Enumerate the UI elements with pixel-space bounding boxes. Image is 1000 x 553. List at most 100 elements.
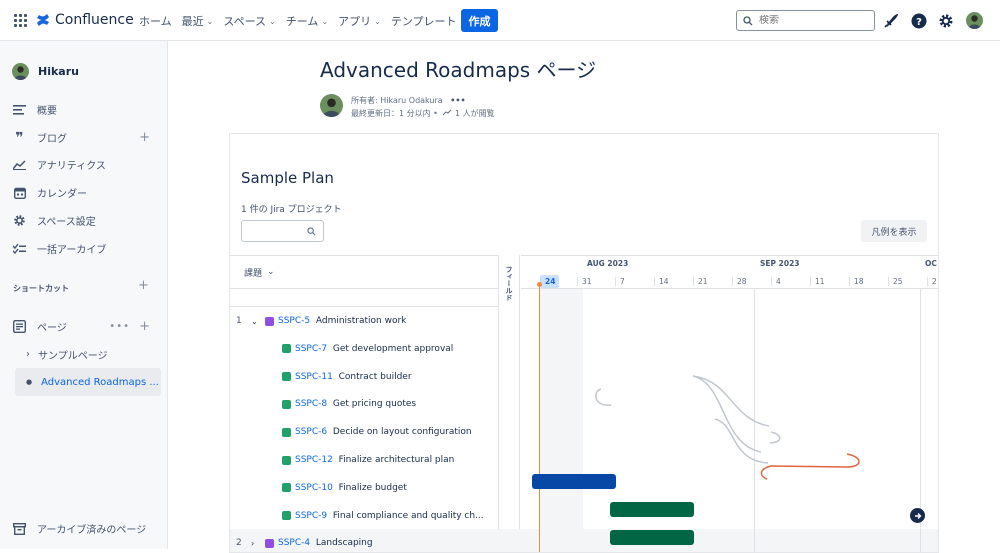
chevron-down-icon: ⌄ [269, 16, 276, 26]
nav-item[interactable]: チーム ⌄ [286, 13, 328, 29]
search-input[interactable] [759, 15, 859, 26]
issue-row[interactable]: 1 ⌄ SSPC-5 Administration work [230, 307, 498, 335]
sidebar-item-calendar[interactable]: カレンダー [12, 185, 158, 200]
issue-subheader [230, 289, 498, 307]
sidebar-item-bulk-archive[interactable]: 一括アーカイブ [12, 241, 158, 256]
day-tick [810, 277, 811, 286]
issue-summary: Get development approval [332, 343, 454, 354]
show-legend-button[interactable]: 凡例を表示 [861, 220, 927, 242]
bar-sspc-8[interactable] [610, 530, 694, 545]
expand-chevron-icon[interactable]: ⌄ [251, 317, 258, 326]
tree-item-active-page[interactable]: ● Advanced Roadmaps ... [15, 368, 161, 396]
day-tick [888, 277, 889, 286]
plan-subtitle: 1 件の Jira プロジェクト [241, 205, 342, 215]
overview-icon [12, 102, 27, 117]
notifications-icon[interactable] [882, 12, 899, 29]
story-icon [282, 511, 291, 521]
issue-key[interactable]: SSPC-7 [295, 344, 327, 354]
issue-column-header[interactable]: 課題 ⌄ [230, 255, 498, 289]
logo-text: Confluence [55, 12, 134, 28]
create-button[interactable]: 作成 [461, 9, 498, 32]
profile-avatar[interactable] [966, 12, 983, 29]
issue-key[interactable]: SSPC-9 [295, 511, 327, 521]
issue-key[interactable]: SSPC-12 [295, 455, 333, 465]
chevron-right-icon[interactable]: › [26, 349, 30, 360]
issue-key[interactable]: SSPC-10 [295, 483, 333, 493]
issue-row[interactable]: SSPC-9 Final compliance and quality ch..… [230, 502, 498, 530]
expand-chevron-icon[interactable]: › [251, 539, 254, 548]
sidebar-item-space-settings[interactable]: スペース設定 [12, 213, 158, 228]
issue-row[interactable]: SSPC-6 Decide on layout configuration [230, 418, 498, 446]
search-icon [743, 15, 753, 25]
byline-more-icon[interactable]: ••• [450, 96, 465, 105]
story-icon [282, 372, 291, 382]
settings-gear-icon[interactable] [937, 12, 954, 29]
confluence-logo[interactable]: Confluence [36, 12, 134, 28]
views-chart-icon [443, 109, 452, 116]
nav-item[interactable]: スペース ⌄ [223, 13, 275, 29]
day-tick [732, 277, 733, 286]
sidebar-item-archived[interactable]: アーカイブ済みのページ [12, 521, 158, 536]
story-icon [282, 455, 291, 465]
space-header[interactable]: Hikaru [12, 63, 79, 80]
day-tick [849, 277, 850, 286]
issue-row[interactable]: SSPC-10 Finalize budget [230, 474, 498, 502]
bar-sspc-11[interactable] [610, 502, 694, 517]
day-label: 11 [815, 277, 825, 286]
issue-row[interactable]: SSPC-8 Get pricing quotes [230, 390, 498, 418]
pages-icon [12, 319, 27, 334]
nav-item[interactable]: ホーム [139, 13, 172, 29]
sidebar-item-label: ブログ [37, 134, 67, 145]
issue-row[interactable]: SSPC-7 Get development approval [230, 335, 498, 363]
roadmap-plan: Sample Plan 1 件の Jira プロジェクト 凡例を表示 課題 ⌄ … [229, 133, 939, 553]
plan-search-input[interactable] [241, 220, 324, 242]
day-label: 4 [776, 277, 781, 286]
add-shortcut-icon[interactable]: + [138, 278, 149, 293]
today-marker-line [539, 287, 540, 552]
sidebar-item-pages[interactable]: ページ ••• + [12, 319, 158, 334]
fields-column[interactable]: フィールド [498, 255, 520, 552]
bar-sspc-7[interactable] [532, 474, 616, 489]
nav-item-label: 最近 [181, 15, 204, 28]
issue-key[interactable]: SSPC-4 [278, 538, 310, 548]
search-box[interactable] [736, 10, 875, 31]
sidebar-item-blog[interactable]: ❞ ブログ + [12, 130, 158, 146]
tree-item-sample-page[interactable]: › サンプルページ [26, 347, 108, 362]
issue-key[interactable]: SSPC-11 [295, 372, 333, 382]
day-tick [693, 277, 694, 286]
views-text[interactable]: 1 人が閲覧 [455, 109, 495, 118]
owner-line: 所有者: Hikaru Odakura ••• [351, 94, 495, 107]
app-switcher-icon[interactable] [14, 14, 27, 27]
confluence-logo-icon [37, 14, 49, 26]
nav-item[interactable]: テンプレート [391, 13, 457, 29]
day-label: 24 [545, 277, 556, 286]
owner-avatar[interactable] [320, 94, 343, 117]
issue-label: SSPC-8 Get pricing quotes [295, 399, 416, 409]
updated-line: 最終更新日：1 分以内 • 1 人が閲覧 [351, 107, 495, 120]
scroll-next-icon[interactable] [910, 508, 925, 523]
add-page-icon[interactable]: + [139, 319, 150, 334]
issue-row[interactable]: SSPC-12 Finalize architectural plan [230, 446, 498, 474]
issue-row[interactable]: SSPC-11 Contract builder [230, 363, 498, 391]
add-blog-icon[interactable]: + [139, 130, 150, 145]
tree-item-label: Advanced Roadmaps ... [41, 376, 159, 388]
updated-text: 最終更新日：1 分以内 • [351, 109, 438, 118]
sidebar-item-overview[interactable]: 概要 [12, 102, 158, 117]
nav-item[interactable]: 最近 ⌄ [182, 13, 214, 29]
issue-key[interactable]: SSPC-5 [278, 316, 310, 326]
archive-icon [12, 521, 27, 536]
more-actions-icon[interactable]: ••• [109, 321, 130, 332]
primary-nav: ホーム 最近 ⌄ スペース ⌄ チーム ⌄ アプリ ⌄ テンプレート [139, 13, 457, 29]
issue-key[interactable]: SSPC-6 [295, 427, 327, 437]
nav-item-label: アプリ [338, 15, 372, 28]
help-icon[interactable]: ? [910, 12, 927, 29]
issue-row[interactable]: 2 › SSPC-4 Landscaping [230, 529, 498, 552]
nav-item[interactable]: アプリ ⌄ [338, 13, 381, 29]
issue-summary: Contract builder [338, 371, 412, 382]
story-icon [282, 427, 291, 437]
day-tick [615, 277, 616, 286]
issue-key[interactable]: SSPC-8 [295, 399, 327, 409]
day-label: 21 [698, 277, 708, 286]
issue-summary: Finalize architectural plan [338, 455, 455, 465]
sidebar-item-analytics[interactable]: アナリティクス [12, 157, 158, 172]
